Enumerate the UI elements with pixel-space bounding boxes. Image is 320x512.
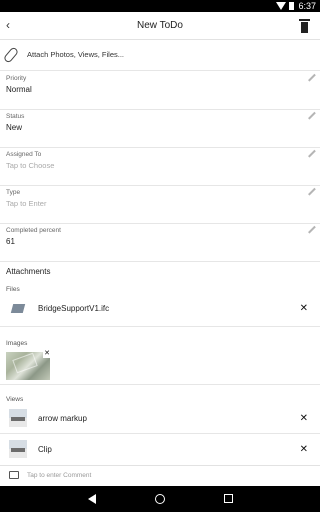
field-label: Status <box>6 113 25 120</box>
remove-image-icon[interactable]: ✕ <box>43 350 51 358</box>
app-bar: ‹ New ToDo <box>0 12 320 40</box>
comment-placeholder: Tap to enter Comment <box>27 472 92 479</box>
nav-back-icon[interactable] <box>88 494 96 504</box>
divider <box>0 326 320 327</box>
delete-trash-icon[interactable] <box>299 19 310 33</box>
attach-files-button[interactable]: Attach Photos, Views, Files... <box>0 41 320 71</box>
remove-view-icon[interactable]: ✕ <box>300 445 308 455</box>
status-time: 6:37 <box>298 1 316 11</box>
completed-percent-field[interactable]: Completed percent 61 <box>0 224 320 262</box>
field-label: Assigned To <box>6 151 42 158</box>
system-nav-bar <box>0 486 320 512</box>
views-heading: Views <box>6 396 24 403</box>
pencil-icon[interactable] <box>307 73 315 82</box>
divider <box>0 384 320 385</box>
nav-home-icon[interactable] <box>155 494 165 504</box>
view-item[interactable]: Clip ✕ <box>0 436 320 464</box>
attach-label: Attach Photos, Views, Files... <box>27 50 124 59</box>
wifi-icon <box>276 2 286 10</box>
field-label: Completed percent <box>6 227 61 234</box>
files-heading: Files <box>6 286 20 293</box>
nav-recents-icon[interactable] <box>224 494 233 503</box>
view-item[interactable]: arrow markup ✕ <box>0 405 320 433</box>
remove-file-icon[interactable]: ✕ <box>300 304 308 314</box>
field-label: Priority <box>6 75 27 82</box>
status-bar: 6:37 <box>0 0 320 12</box>
divider <box>0 433 320 434</box>
images-heading: Images <box>6 340 28 347</box>
remove-view-icon[interactable]: ✕ <box>300 414 308 424</box>
field-value: 61 <box>6 237 15 246</box>
page-title: New ToDo <box>137 20 183 31</box>
field-value: Tap to Choose <box>6 161 55 170</box>
todo-form[interactable]: Attach Photos, Views, Files... Priority … <box>0 41 320 485</box>
priority-field[interactable]: Priority Normal <box>0 72 320 110</box>
type-field[interactable]: Type Tap to Enter <box>0 186 320 224</box>
pencil-icon[interactable] <box>307 149 315 158</box>
file-name: BridgeSupportV1.ifc <box>38 304 110 313</box>
field-value: New <box>6 123 23 132</box>
assigned-to-field[interactable]: Assigned To Tap to Choose <box>0 148 320 186</box>
pencil-icon[interactable] <box>307 111 315 120</box>
view-name: arrow markup <box>38 414 87 423</box>
view-thumbnail <box>9 440 27 458</box>
pencil-icon[interactable] <box>307 187 315 196</box>
view-name: Clip <box>38 445 52 454</box>
3d-model-file-icon <box>10 304 26 313</box>
comment-input[interactable]: Tap to enter Comment <box>0 465 320 485</box>
status-field[interactable]: Status New <box>0 110 320 148</box>
field-value: Tap to Enter <box>6 199 47 208</box>
field-value: Normal <box>6 85 32 94</box>
field-label: Type <box>6 189 21 196</box>
pencil-icon[interactable] <box>307 225 315 234</box>
battery-icon <box>289 2 294 10</box>
paperclip-icon <box>2 46 20 64</box>
attachments-heading: Attachments <box>6 267 51 276</box>
comment-icon <box>9 471 19 479</box>
file-item[interactable]: BridgeSupportV1.ifc ✕ <box>0 297 320 321</box>
view-thumbnail <box>9 409 27 427</box>
